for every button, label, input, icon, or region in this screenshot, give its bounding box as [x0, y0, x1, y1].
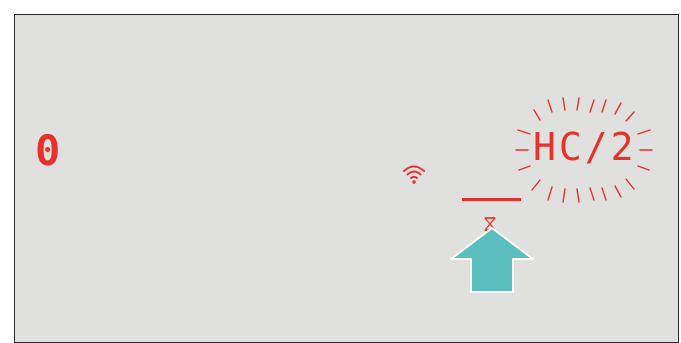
mode-code-label: HC/2: [533, 125, 637, 169]
wifi-icon: [402, 163, 426, 189]
mode-code-display: HC/2: [510, 90, 660, 230]
zone-value-display: 0: [35, 126, 63, 175]
zone-selection-bar: [462, 198, 521, 201]
control-panel-display: 0 HC/2: [14, 14, 679, 343]
up-arrow-icon: [449, 227, 535, 297]
